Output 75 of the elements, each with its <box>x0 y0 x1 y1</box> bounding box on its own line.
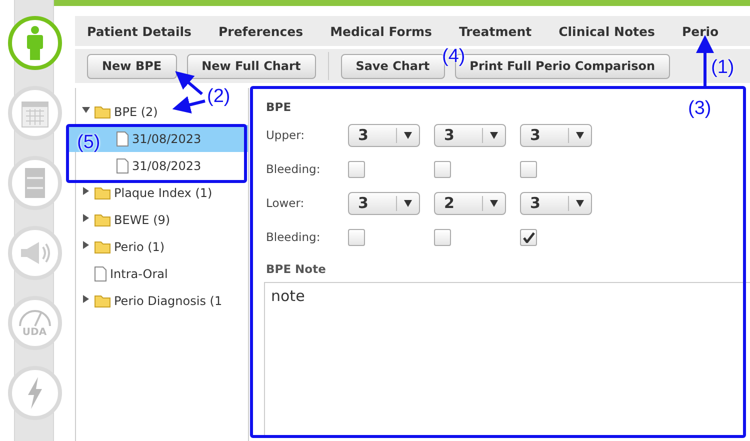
folder-icon <box>94 294 111 308</box>
tab[interactable]: Treatment <box>458 24 532 38</box>
checkbox[interactable] <box>348 228 365 246</box>
file-icon <box>116 130 129 146</box>
note-label: BPE Note <box>266 261 326 278</box>
tree-item[interactable]: 31/08/2023 <box>76 152 248 179</box>
score-select[interactable]: 3 <box>520 124 592 146</box>
tree-label: 31/08/2023 <box>132 158 202 172</box>
checkbox[interactable] <box>434 160 451 178</box>
tree-item[interactable]: Perio (1) <box>76 233 248 260</box>
file-icon <box>94 266 107 282</box>
caret-icon <box>576 132 584 138</box>
file-icon <box>116 158 129 174</box>
tree-item[interactable]: Perio Diagnosis (1 <box>76 287 248 314</box>
score-select[interactable]: 3 <box>348 192 420 214</box>
checkbox[interactable] <box>434 228 451 246</box>
tree-item[interactable]: Intra-Oral <box>76 260 248 287</box>
checkbox[interactable] <box>520 160 537 178</box>
tab[interactable]: Patient Details <box>87 24 192 38</box>
folder-icon <box>94 186 111 200</box>
tree-label: Perio (1) <box>114 240 165 254</box>
tree-label: Plaque Index (1) <box>114 186 212 200</box>
annotation-arrow <box>175 71 203 96</box>
tree-label: BEWE (9) <box>114 212 170 226</box>
checkbox[interactable] <box>348 160 365 178</box>
megaphone-icon <box>18 240 50 266</box>
toolbar-button[interactable]: New BPE <box>87 54 177 78</box>
nav-button[interactable] <box>8 16 62 70</box>
check-icon <box>522 232 534 242</box>
caret-icon <box>576 200 584 206</box>
checkbox[interactable] <box>520 228 537 246</box>
note-field[interactable]: note <box>264 282 750 437</box>
annotation-arrow <box>696 35 714 86</box>
lightning-icon <box>26 376 44 410</box>
expand-icon[interactable] <box>82 187 90 195</box>
gauge-icon <box>18 308 52 326</box>
score-select[interactable]: 2 <box>434 192 506 214</box>
annotation-label: (1) <box>711 57 734 79</box>
gauge-label: UDA <box>22 326 47 338</box>
tab[interactable]: Perio <box>682 24 719 38</box>
person-icon <box>24 26 44 60</box>
field-label: Bleeding: <box>266 230 322 244</box>
tab[interactable]: Clinical Notes <box>558 24 655 38</box>
field-label: Upper: <box>266 128 306 142</box>
form-title: BPE <box>266 99 292 116</box>
tree-label: 31/08/2023 <box>132 132 202 146</box>
tree-label: Perio Diagnosis (1 <box>114 294 222 308</box>
score-select[interactable]: 3 <box>434 124 506 146</box>
caret-icon <box>404 200 412 206</box>
folder-icon <box>94 104 111 118</box>
score-select[interactable]: 3 <box>520 192 592 214</box>
collapse-icon[interactable] <box>82 106 90 114</box>
expand-icon[interactable] <box>82 241 90 249</box>
tree-item[interactable]: BEWE (9) <box>76 206 248 233</box>
score-select[interactable]: 3 <box>348 124 420 146</box>
folder-icon <box>94 240 111 254</box>
expand-icon[interactable] <box>82 214 90 222</box>
tab[interactable]: Medical Forms <box>330 24 432 38</box>
annotation-label: (3) <box>688 98 712 120</box>
annotation-label: (2) <box>207 86 230 108</box>
annotation-arrow <box>172 96 206 114</box>
folder-icon <box>94 212 111 226</box>
field-label: Bleeding: <box>266 162 322 176</box>
cabinet-icon <box>24 167 46 199</box>
field-label: Lower: <box>266 196 306 210</box>
tree-label: BPE (2) <box>114 104 158 118</box>
tree-item[interactable]: Plaque Index (1) <box>76 179 248 206</box>
expand-icon[interactable] <box>82 295 90 303</box>
annotation-label: (5) <box>77 132 100 154</box>
toolbar-button[interactable]: New Full Chart <box>186 54 316 78</box>
tab[interactable]: Preferences <box>218 24 304 38</box>
caret-icon <box>404 132 412 138</box>
tree-label: Intra-Oral <box>110 266 168 280</box>
caret-icon <box>490 200 498 206</box>
caret-icon <box>490 132 498 138</box>
